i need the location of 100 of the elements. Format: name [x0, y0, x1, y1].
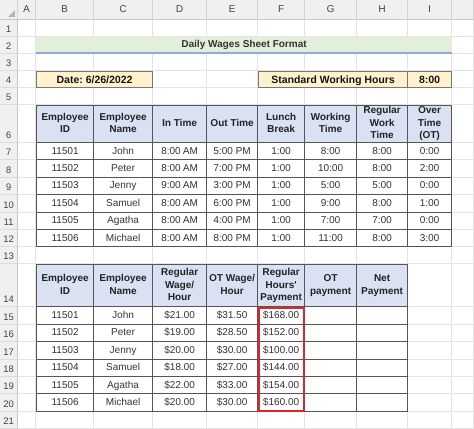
row-number[interactable]: 1: [0, 20, 18, 37]
table-cell: $30.00: [207, 342, 258, 360]
table-cell: Jenny: [94, 178, 153, 196]
table-header: Working Time: [305, 105, 357, 143]
row-number[interactable]: 11: [0, 212, 18, 230]
table-cell: Jenny: [94, 342, 153, 360]
row-number[interactable]: 2: [0, 37, 18, 54]
table-cell: $33.00: [207, 376, 258, 394]
column-header[interactable]: A: [18, 0, 36, 20]
table-cell: 2:00: [408, 160, 452, 178]
table-cell: [305, 376, 357, 394]
table-header: OT Wage/ Hour: [207, 264, 258, 308]
row-number[interactable]: 4: [0, 71, 18, 88]
table-cell: 11506: [36, 230, 94, 248]
table-cell: [305, 394, 357, 412]
table-cell: 7:00: [357, 212, 408, 230]
column-header[interactable]: F: [258, 0, 305, 20]
table-cell: 9:00 AM: [153, 178, 207, 196]
table-cell: John: [94, 143, 153, 160]
table-cell: $18.00: [153, 360, 207, 377]
table-cell: Agatha: [94, 212, 153, 230]
row-number[interactable]: 14: [0, 264, 18, 308]
table-cell: 5:00 PM: [207, 143, 258, 160]
table-cell: 7:00 PM: [207, 160, 258, 178]
row-number[interactable]: 6: [0, 105, 18, 143]
table-cell: 10:00: [305, 160, 357, 178]
table-header: Regular Hours' Payment: [258, 264, 305, 308]
table-cell: $27.00: [207, 360, 258, 377]
table-cell: 8:00: [357, 230, 408, 248]
table-cell: 11505: [36, 212, 94, 230]
table-cell: Peter: [94, 160, 153, 178]
table-cell: [357, 324, 408, 342]
table-cell: Michael: [94, 230, 153, 248]
table-cell: 11502: [36, 324, 94, 342]
column-header[interactable]: E: [207, 0, 258, 20]
table-cell: $30.00: [207, 394, 258, 412]
row-number[interactable]: 3: [0, 54, 18, 71]
table-header: Employee Name: [94, 105, 153, 143]
table-header: Regular Work Time: [357, 105, 408, 143]
table-header: Over Time (OT): [408, 105, 452, 143]
select-all-button[interactable]: [0, 0, 18, 20]
row-number[interactable]: 13: [0, 247, 18, 264]
table-cell: $31.50: [207, 307, 258, 325]
table-cell: $20.00: [153, 394, 207, 412]
table-cell: [357, 394, 408, 412]
column-header[interactable]: C: [94, 0, 153, 20]
table-cell: [357, 360, 408, 377]
column-header[interactable]: G: [305, 0, 357, 20]
table-cell: 0:00: [408, 178, 452, 196]
table-header: Out Time: [207, 105, 258, 143]
row-number[interactable]: 8: [0, 160, 18, 178]
column-header[interactable]: [452, 0, 474, 20]
sheet-title: Daily Wages Sheet Format: [36, 37, 452, 54]
table-cell: 1:00: [408, 195, 452, 213]
table-cell: [305, 342, 357, 360]
row-number[interactable]: 5: [0, 88, 18, 105]
column-header[interactable]: H: [357, 0, 408, 20]
row-number[interactable]: 17: [0, 342, 18, 360]
table-cell: 1:00: [258, 160, 305, 178]
table-cell: 1:00: [258, 178, 305, 196]
row-number[interactable]: 21: [0, 412, 18, 429]
column-header[interactable]: B: [36, 0, 94, 20]
row-number[interactable]: 10: [0, 195, 18, 213]
table-cell: [305, 360, 357, 377]
table-cell: Michael: [94, 394, 153, 412]
table-cell: $28.50: [207, 324, 258, 342]
table-cell: 5:00: [357, 178, 408, 196]
table-cell: 4:00 PM: [207, 212, 258, 230]
row-number[interactable]: 18: [0, 360, 18, 377]
table-header: OT payment: [305, 264, 357, 308]
table-cell: 1:00: [258, 212, 305, 230]
table-cell: 8:00 AM: [153, 230, 207, 248]
row-number[interactable]: 16: [0, 324, 18, 342]
table-cell: 7:00: [305, 212, 357, 230]
column-header[interactable]: D: [153, 0, 207, 20]
row-number[interactable]: 7: [0, 143, 18, 160]
row-number[interactable]: 20: [0, 394, 18, 412]
table-cell: 11505: [36, 376, 94, 394]
row-number[interactable]: 15: [0, 307, 18, 325]
table-header: In Time: [153, 105, 207, 143]
table-cell: 8:00: [357, 195, 408, 213]
table-cell: Peter: [94, 324, 153, 342]
table-cell: 8:00 AM: [153, 212, 207, 230]
table-cell: 8:00: [357, 160, 408, 178]
hours-cell: 8:00: [408, 71, 452, 88]
table-header: Net Payment: [357, 264, 408, 308]
table-cell: 8:00: [305, 143, 357, 160]
row-number[interactable]: 19: [0, 376, 18, 394]
row-number[interactable]: 12: [0, 230, 18, 248]
table-cell: [305, 324, 357, 342]
label-cell: Standard Working Hours: [258, 71, 408, 88]
date-cell: Date: 6/26/2022: [36, 71, 153, 88]
table-cell: [357, 307, 408, 325]
table-cell: $22.00: [153, 376, 207, 394]
table-cell: Samuel: [94, 195, 153, 213]
table-cell: 6:00 PM: [207, 195, 258, 213]
row-number[interactable]: 9: [0, 178, 18, 196]
table-cell: [357, 376, 408, 394]
triangle-icon: [8, 10, 15, 17]
column-header[interactable]: I: [408, 0, 452, 20]
